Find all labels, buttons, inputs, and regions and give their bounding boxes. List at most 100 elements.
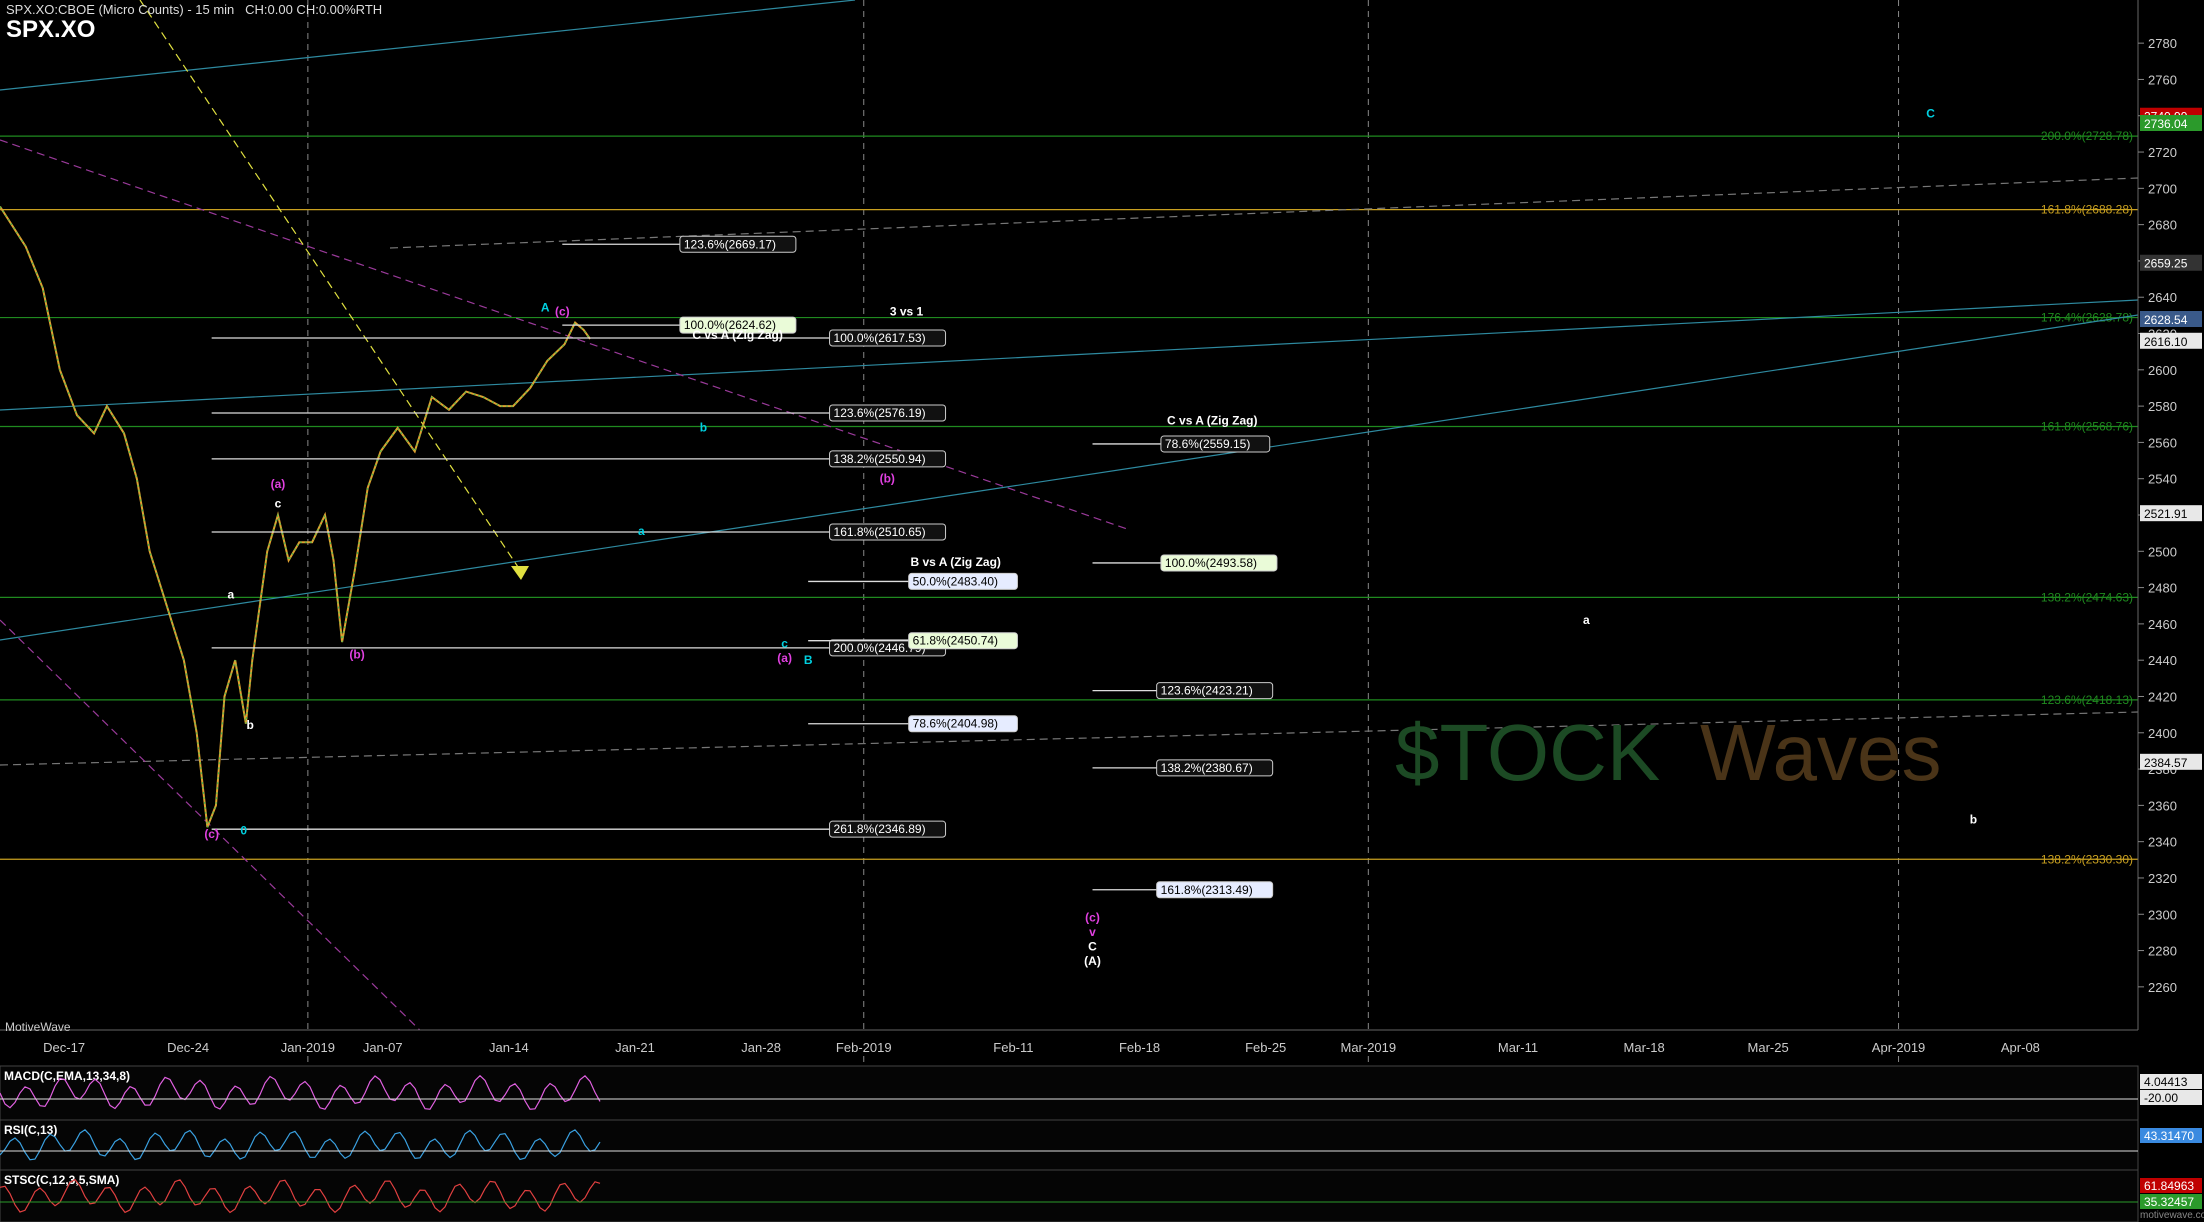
fib-box-label: 138.2%(2550.94)	[834, 452, 926, 466]
trend-line	[389, 177, 2139, 249]
fib-level-label: 161.8%(2688.28)	[2041, 203, 2133, 217]
price-tick-label: 2360	[2148, 798, 2177, 813]
price-tick-label: 2760	[2148, 72, 2177, 87]
fib-box-label: 78.6%(2404.98)	[913, 717, 998, 731]
chart-stats: CH:0.00 CH:0.00%RTH	[245, 2, 383, 17]
fib-box-label: 100.0%(2493.58)	[1165, 556, 1257, 570]
indicator-value: -20.00	[2144, 1091, 2178, 1105]
price-tick-label: 2460	[2148, 617, 2177, 632]
price-series	[0, 205, 591, 828]
chart-title: SPX.XO:CBOE (Micro Counts) - 15 min	[6, 2, 235, 17]
arrow-head	[511, 566, 529, 580]
time-tick-label: Mar-25	[1748, 1040, 1789, 1055]
price-series-overlay	[0, 206, 591, 828]
time-tick-label: Feb-25	[1245, 1040, 1286, 1055]
price-tick-label: 2400	[2148, 726, 2177, 741]
time-tick-label: Mar-2019	[1340, 1040, 1396, 1055]
wave-annotation: C	[1088, 940, 1097, 954]
fib-box-label: 61.8%(2450.74)	[913, 634, 998, 648]
price-marker-label: 2384.57	[2144, 756, 2188, 770]
fib-box-label: 78.6%(2559.15)	[1165, 437, 1250, 451]
indicator-value: 43.31470	[2144, 1129, 2194, 1143]
fib-box-label: 100.0%(2617.53)	[834, 331, 926, 345]
price-marker-label: 2628.54	[2144, 313, 2188, 327]
indicator-value: 4.04413	[2144, 1075, 2188, 1089]
price-tick-label: 2600	[2148, 363, 2177, 378]
price-tick-label: 2720	[2148, 145, 2177, 160]
time-tick-label: Apr-2019	[1872, 1040, 1925, 1055]
time-tick-label: Dec-17	[43, 1040, 85, 1055]
price-tick-label: 2300	[2148, 907, 2177, 922]
wave-annotation: a	[228, 587, 235, 601]
time-tick-label: Mar-18	[1624, 1040, 1665, 1055]
price-marker-label: 2736.04	[2144, 117, 2188, 131]
price-tick-label: 2420	[2148, 689, 2177, 704]
indicator-pane	[0, 1169, 2139, 1222]
price-marker-label: 2659.25	[2144, 257, 2188, 271]
price-tick-label: 2680	[2148, 218, 2177, 233]
indicator-value: 61.84963	[2144, 1179, 2194, 1193]
wave-annotation: C vs A (Zig Zag)	[1167, 413, 1257, 427]
time-tick-label: Jan-14	[489, 1040, 529, 1055]
fib-level-label: 161.8%(2568.76)	[2041, 420, 2133, 434]
wave-annotation: c	[275, 497, 282, 511]
brand-label: MotiveWave	[5, 1020, 71, 1034]
indicator-name: MACD(C,EMA,13,34,8)	[4, 1069, 130, 1083]
wave-annotation: 3 vs 1	[890, 304, 924, 318]
fib-box-label: 123.6%(2423.21)	[1161, 684, 1253, 698]
wave-annotation: c	[781, 636, 788, 650]
wave-annotation: (a)	[271, 477, 286, 491]
fib-box-label: 50.0%(2483.40)	[913, 574, 998, 588]
wave-annotation: b	[246, 718, 253, 732]
symbol-label: SPX.XO	[6, 16, 96, 43]
trend-line	[0, 139, 1131, 531]
fib-box-label: 261.8%(2346.89)	[834, 822, 926, 836]
wave-annotation: a	[638, 524, 645, 538]
site-label: motivewave.com	[2140, 1210, 2204, 1221]
time-tick-label: Jan-07	[363, 1040, 403, 1055]
indicator-name: STSC(C,12,3,5,SMA)	[4, 1173, 119, 1187]
time-tick-label: Mar-11	[1498, 1040, 1538, 1055]
price-tick-label: 2480	[2148, 581, 2177, 596]
wave-annotation: B vs A (Zig Zag)	[910, 555, 1000, 569]
price-tick-label: 2500	[2148, 544, 2177, 559]
price-tick-label: 2540	[2148, 472, 2177, 487]
watermark-stock: $TOCK	[1395, 708, 1660, 797]
trend-line	[0, 314, 2139, 641]
wave-annotation: C vs A (Zig Zag)	[692, 328, 782, 342]
wave-annotation: (c)	[204, 827, 219, 841]
price-tick-label: 2700	[2148, 181, 2177, 196]
wave-annotation: (b)	[349, 647, 364, 661]
wave-annotation: (A)	[1084, 954, 1101, 968]
price-tick-label: 2260	[2148, 980, 2177, 995]
price-tick-label: 2440	[2148, 653, 2177, 668]
wave-annotation: (c)	[1085, 911, 1100, 925]
wave-annotation: 0	[240, 823, 247, 837]
time-tick-label: Feb-11	[993, 1040, 1033, 1055]
price-chart[interactable]: 200.0%(2728.78)161.8%(2688.28)176.4%(262…	[0, 0, 2204, 1222]
time-tick-label: Jan-21	[615, 1040, 655, 1055]
wave-annotation: (c)	[555, 304, 570, 318]
wave-annotation: b	[1970, 813, 1977, 827]
price-tick-label: 2780	[2148, 36, 2177, 51]
wave-annotation: C	[1926, 107, 1935, 121]
fib-box-label: 123.6%(2576.19)	[834, 406, 926, 420]
price-tick-label: 2320	[2148, 871, 2177, 886]
time-tick-label: Feb-2019	[836, 1040, 892, 1055]
indicator-pane	[0, 1119, 2139, 1171]
fib-level-label: 123.6%(2418.13)	[2041, 693, 2133, 707]
watermark-waves: Waves	[1700, 708, 1942, 797]
price-marker-label: 2521.91	[2144, 507, 2188, 521]
fib-box-label: 138.2%(2380.67)	[1161, 761, 1253, 775]
time-tick-label: Jan-28	[741, 1040, 781, 1055]
price-tick-label: 2340	[2148, 835, 2177, 850]
time-tick-label: Dec-24	[167, 1040, 209, 1055]
time-tick-label: Feb-18	[1119, 1040, 1160, 1055]
fib-level-label: 138.2%(2474.63)	[2041, 590, 2133, 604]
price-tick-label: 2560	[2148, 435, 2177, 450]
wave-annotation: (b)	[880, 471, 895, 485]
price-tick-label: 2280	[2148, 944, 2177, 959]
price-tick-label: 2580	[2148, 399, 2177, 414]
price-marker-label: 2616.10	[2144, 335, 2188, 349]
fib-level-label: 200.0%(2728.78)	[2041, 129, 2133, 143]
